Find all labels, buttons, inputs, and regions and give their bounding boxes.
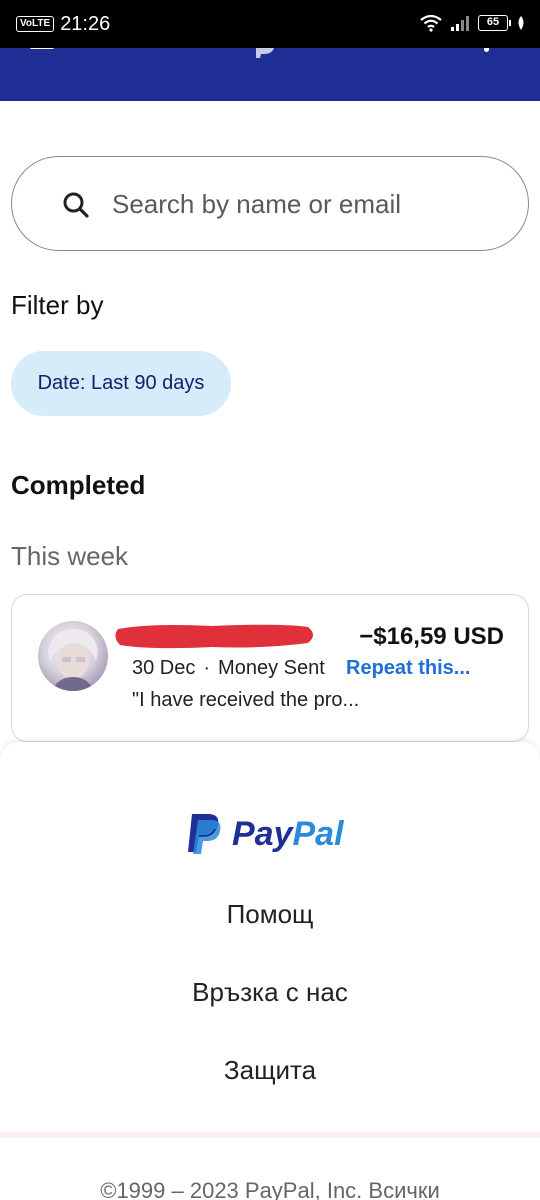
footer-link-security[interactable]: Защита — [0, 1055, 540, 1086]
transaction-card[interactable]: −$16,59 USD 30 Dec · Money Sent Repeat thi… — [11, 594, 529, 742]
battery-indicator: 65 — [478, 15, 511, 31]
paypal-wordmark-pal: Pal — [292, 814, 344, 853]
app-header — [0, 48, 540, 101]
paypal-wordmark: PayPal — [232, 815, 344, 854]
search-box[interactable] — [11, 156, 529, 251]
status-time: 21:26 — [60, 13, 111, 35]
redacted-name — [115, 624, 313, 649]
avatar-image — [48, 629, 98, 691]
paypal-wordmark-pay: Pay — [232, 814, 293, 853]
meta-separator: · — [203, 657, 211, 679]
paypal-logo-icon[interactable] — [254, 48, 276, 58]
transaction-note: "I have received the pro... — [132, 689, 360, 711]
transaction-type: Money Sent — [218, 657, 325, 679]
search-input[interactable] — [112, 185, 492, 223]
footer-link-contact[interactable]: Връзка с нас — [0, 977, 540, 1008]
menu-icon[interactable] — [30, 48, 54, 49]
transaction-date: 30 Dec — [132, 657, 196, 679]
repeat-transaction-link[interactable]: Repeat this... — [346, 657, 470, 680]
transaction-amount: −$16,59 USD — [359, 623, 504, 650]
status-bar: VoLTE 21:26 65 — [0, 0, 540, 48]
search-icon — [63, 192, 89, 218]
filter-label: Filter by — [11, 290, 104, 320]
footer-divider — [0, 1132, 540, 1138]
footer-panel: PayPal Помощ Връзка с нас Защита — [0, 742, 540, 1132]
signal-icon — [451, 16, 469, 31]
status-right: 65 — [420, 14, 526, 32]
status-left: VoLTE 21:26 — [16, 14, 110, 34]
copyright-text: ©1999 – 2023 PayPal, Inc. Всички — [100, 1178, 440, 1200]
paypal-brand-logo: PayPal — [186, 812, 344, 856]
paypal-mark-icon — [188, 814, 221, 854]
transaction-meta: 30 Dec · Money Sent — [132, 657, 325, 680]
wifi-icon — [420, 14, 442, 32]
group-label: This week — [11, 541, 129, 571]
footer-link-help[interactable]: Помощ — [0, 899, 540, 930]
volte-indicator: VoLTE — [16, 16, 55, 32]
section-title: Completed — [11, 470, 146, 500]
date-filter-chip[interactable]: Date: Last 90 days — [11, 351, 231, 416]
avatar — [38, 621, 108, 691]
more-icon[interactable] — [484, 48, 489, 52]
leaf-icon — [518, 16, 524, 30]
